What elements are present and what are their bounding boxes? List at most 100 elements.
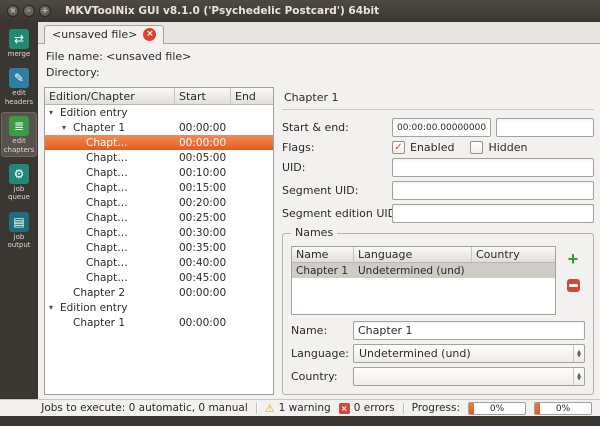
segment-uid-input[interactable] <box>392 181 594 200</box>
tree-row-label-cell: Chapt… <box>45 227 175 239</box>
segment-edition-uid-label: Segment edition UID: <box>282 207 392 220</box>
chapter-tree-row[interactable]: Chapt… 00:45:00 <box>45 270 273 285</box>
column-header-edition-chapter[interactable]: Edition/Chapter <box>45 88 175 104</box>
chapter-tree-row[interactable]: Chapter 1 00:00:00 <box>45 315 273 330</box>
hidden-checkbox[interactable]: Hidden <box>470 141 528 154</box>
tree-row-start: 00:00:00 <box>179 316 227 329</box>
window-title: MKVToolNix GUI v8.1.0 ('Psychedelic Post… <box>65 5 380 17</box>
name-input[interactable] <box>353 321 585 340</box>
tree-row-label-cell: Chapt… <box>45 272 175 284</box>
tree-row-label-cell: Chapt… <box>45 137 175 149</box>
names-row-language: Undetermined (und) <box>358 264 465 277</box>
remove-name-button[interactable] <box>563 276 583 294</box>
progress-bar-total: 0% <box>534 401 592 415</box>
file-info: File name: <unsaved file> Directory: <box>38 44 600 85</box>
sidebar-item-job-queue[interactable]: ⚙ job queue <box>1 160 37 205</box>
chapter-tree-header: Edition/Chapter Start End <box>45 88 273 105</box>
chapter-tree-row[interactable]: Chapt… 00:25:00 <box>45 210 273 225</box>
tree-row-label: Chapt… <box>86 136 128 149</box>
chapter-tree: Edition/Chapter Start End ▾ Edition entry… <box>44 87 274 395</box>
tree-row-start: 00:00:00 <box>179 121 227 134</box>
tree-row-label-cell: Chapt… <box>45 242 175 254</box>
country-select[interactable]: ▲ ▼ <box>353 367 585 386</box>
window-maximize-button[interactable]: + <box>39 5 51 17</box>
combo-arrows-icon: ▲ ▼ <box>573 345 584 362</box>
mkvtoolnix-window: × – + MKVToolNix GUI v8.1.0 ('Psychedeli… <box>0 0 600 426</box>
directory-label: Directory: <box>46 66 100 79</box>
end-time-input[interactable] <box>495 118 594 137</box>
chapter-tree-row[interactable]: ▾ Chapter 1 00:00:00 <box>45 120 273 135</box>
chapter-tree-row[interactable]: Chapt… 00:15:00 <box>45 180 273 195</box>
window-close-button[interactable]: × <box>7 5 19 17</box>
window-minimize-button[interactable]: – <box>23 5 35 17</box>
tree-row-label-cell: ▾ Edition entry <box>45 107 175 119</box>
sidebar: ⇄ merge ✎ edit headers ≣ edit chapters ⚙ job qu… <box>0 22 38 399</box>
chapter-tree-row[interactable]: Chapt… 00:40:00 <box>45 255 273 270</box>
start-time-input[interactable] <box>392 118 491 137</box>
names-row-name: Chapter 1 <box>296 264 348 277</box>
column-header-start[interactable]: Start <box>175 88 231 104</box>
sidebar-item-label: job output <box>7 232 31 250</box>
sidebar-item-job-output[interactable]: ▤ job output <box>1 208 37 253</box>
segment-uid-label: Segment UID: <box>282 184 359 197</box>
titlebar: × – + MKVToolNix GUI v8.1.0 ('Psychedeli… <box>0 0 600 22</box>
name-label: Name: <box>291 324 328 337</box>
names-table-row[interactable]: Chapter 1 Undetermined (und) <box>292 263 555 278</box>
column-header-end[interactable]: End <box>231 88 273 104</box>
edit-headers-icon: ✎ <box>9 68 29 89</box>
heading-divider <box>282 109 594 110</box>
chapter-tree-row[interactable]: Chapt… 00:35:00 <box>45 240 273 255</box>
tree-row-label-cell: ▾ Chapter 1 <box>45 122 175 134</box>
progress-label: Progress: <box>411 402 460 414</box>
error-icon: × <box>338 402 350 414</box>
hidden-checkbox-label: Hidden <box>488 141 528 154</box>
expander-icon[interactable]: ▾ <box>49 108 58 117</box>
tree-row-start: 00:25:00 <box>179 211 227 224</box>
tree-row-label-cell: Chapt… <box>45 182 175 194</box>
tree-row-start: 00:20:00 <box>179 196 227 209</box>
tab-label: <unsaved file> <box>52 28 138 41</box>
chapter-tree-row[interactable]: Chapt… 00:30:00 <box>45 225 273 240</box>
names-column-name[interactable]: Name <box>292 247 354 262</box>
language-select[interactable]: Undetermined (und) ▲ ▼ <box>353 344 585 363</box>
names-table-body: Chapter 1 Undetermined (und) <box>292 263 555 278</box>
checkbox-checked-icon: ✓ <box>392 141 405 154</box>
chapter-tree-row[interactable]: Chapter 2 00:00:00 <box>45 285 273 300</box>
names-table-header: Name Language Country <box>292 247 555 263</box>
chapter-heading: Chapter 1 <box>284 91 339 104</box>
error-count-text: 0 errors <box>353 402 395 414</box>
add-name-button[interactable]: + <box>563 250 583 268</box>
chapter-tree-row[interactable]: ▾ Edition entry <box>45 105 273 120</box>
sidebar-item-label: merge <box>7 50 31 58</box>
expander-icon[interactable]: ▾ <box>49 303 58 312</box>
names-column-country[interactable]: Country <box>472 247 555 262</box>
tree-row-label: Chapter 2 <box>73 286 125 299</box>
tree-row-label-cell: Chapt… <box>45 197 175 209</box>
uid-input[interactable] <box>392 158 594 177</box>
progress-percent: 0% <box>489 403 505 414</box>
chapter-tree-row[interactable]: Chapt… 00:05:00 <box>45 150 273 165</box>
expander-icon[interactable]: ▾ <box>62 123 71 132</box>
chapter-tree-row[interactable]: Chapt… 00:20:00 <box>45 195 273 210</box>
enabled-checkbox[interactable]: ✓ Enabled <box>392 141 454 154</box>
sidebar-item-edit-headers[interactable]: ✎ edit headers <box>1 64 37 109</box>
chapter-tree-row[interactable]: ▾ Edition entry <box>45 300 273 315</box>
file-name-value: <unsaved file> <box>106 50 192 63</box>
names-column-language[interactable]: Language <box>354 247 472 262</box>
chapter-tree-row[interactable]: Chapt… 00:00:00 <box>45 135 273 150</box>
sidebar-item-merge[interactable]: ⇄ merge <box>1 25 37 61</box>
plus-icon: + <box>567 249 579 269</box>
segment-edition-uid-input[interactable] <box>392 204 594 223</box>
chapter-tree-row[interactable]: Chapt… 00:10:00 <box>45 165 273 180</box>
combo-arrows-icon: ▲ ▼ <box>573 368 584 385</box>
tree-row-label: Chapt… <box>86 211 128 224</box>
tree-row-label: Chapt… <box>86 226 128 239</box>
job-output-icon: ▤ <box>9 211 29 232</box>
tab-unsaved-file[interactable]: <unsaved file> × <box>44 25 165 44</box>
tab-close-icon[interactable]: × <box>143 28 157 41</box>
checkbox-unchecked-icon <box>470 141 484 154</box>
tree-row-label-cell: Chapt… <box>45 167 175 179</box>
sidebar-item-edit-chapters[interactable]: ≣ edit chapters <box>1 112 37 157</box>
tree-row-label-cell: Chapt… <box>45 152 175 164</box>
tree-row-label: Chapt… <box>86 166 128 179</box>
